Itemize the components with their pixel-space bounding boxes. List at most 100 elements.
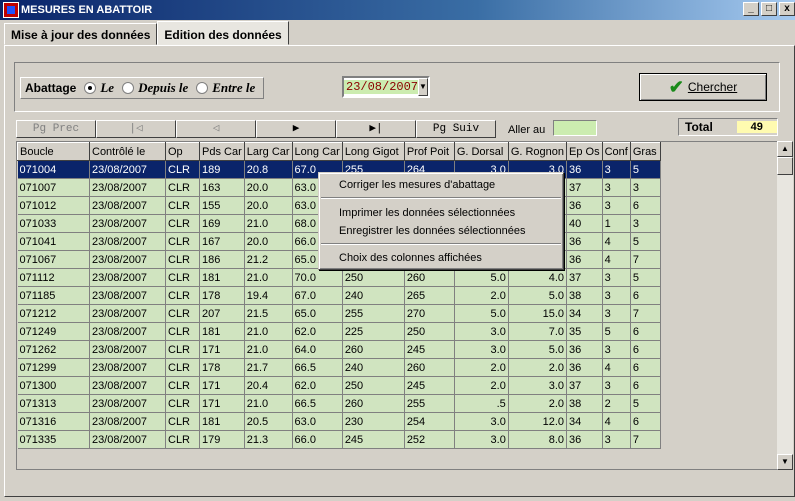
table-cell: 181 <box>199 268 245 287</box>
table-cell: 071299 <box>17 358 90 377</box>
table-row[interactable]: 071313 23/08/2007 CLR 171 21.0 66.5 260 255.5 2.… <box>17 394 661 413</box>
column-header[interactable]: Long Gigot <box>341 142 405 161</box>
table-row[interactable]: 071316 23/08/2007 CLR 181 20.5 63.0 230 254 3.0 1… <box>17 412 661 431</box>
table-cell: 245 <box>404 340 455 359</box>
table-cell: CLR <box>165 196 200 215</box>
next-record-button[interactable]: ▶ <box>256 120 336 138</box>
next-page-button[interactable]: Pg Suiv <box>416 120 496 138</box>
abattage-filter: Abattage Le Depuis le Entre le <box>20 77 265 99</box>
table-row[interactable]: 071249 23/08/2007 CLR 181 21.0 62.0 225 250 3.0 7… <box>17 322 661 341</box>
menu-item-colonnes[interactable]: Choix des colonnes affichées <box>339 252 482 264</box>
maximize-button[interactable]: □ <box>761 2 777 16</box>
goto-input[interactable] <box>553 120 597 136</box>
first-record-button[interactable]: |◁ <box>96 120 176 138</box>
column-header[interactable]: Ep Os <box>566 142 603 161</box>
table-cell: 5 <box>630 160 661 179</box>
minimize-button[interactable]: _ <box>743 2 759 16</box>
table-cell: 6 <box>630 196 661 215</box>
table-cell: 36 <box>566 232 603 251</box>
table-row[interactable]: 071299 23/08/2007 CLR 178 21.7 66.5 240 260 2.0 2… <box>17 358 661 377</box>
column-header[interactable]: Larg Car <box>243 142 293 161</box>
table-cell: 6 <box>630 358 661 377</box>
table-cell: CLR <box>165 160 200 179</box>
table-cell: 7 <box>630 430 661 449</box>
search-button-label: Chercher <box>687 80 738 94</box>
date-value[interactable]: 23/08/2007 <box>344 80 419 94</box>
table-cell: 5.0 <box>508 286 568 305</box>
tab-mise-a-jour[interactable]: Mise à jour des données <box>4 23 158 45</box>
search-button[interactable]: ✔ Chercher <box>639 73 767 101</box>
table-cell: CLR <box>165 394 200 413</box>
table-row[interactable]: 071212 23/08/2007 CLR 207 21.5 65.0 255 270 5.0 1… <box>17 304 661 323</box>
scroll-thumb[interactable] <box>777 157 793 175</box>
radio-entre-le[interactable] <box>196 82 209 94</box>
table-row[interactable]: 071300 23/08/2007 CLR 171 20.4 62.0 250 245 2.0 3… <box>17 376 661 395</box>
table-row[interactable]: 071112 23/08/2007 CLR 181 21.0 70.0 250 260 5.0 4… <box>17 268 661 287</box>
column-header[interactable]: Conf <box>601 142 631 161</box>
table-cell: 36 <box>566 358 603 377</box>
column-header[interactable]: Op <box>165 142 200 161</box>
table-cell: 250 <box>342 268 405 287</box>
radio-le-label[interactable]: Le <box>100 80 114 96</box>
table-row[interactable]: 071335 23/08/2007 CLR 179 21.3 66.0 245 252 3.0 8… <box>17 430 661 449</box>
column-header[interactable]: Boucle <box>17 142 90 161</box>
column-header[interactable]: Long Car <box>291 142 343 161</box>
table-cell: 071313 <box>17 394 90 413</box>
column-header[interactable]: Prof Poit <box>403 142 455 161</box>
table-row[interactable]: 071262 23/08/2007 CLR 171 21.0 64.0 260 245 3.0 5… <box>17 340 661 359</box>
column-header[interactable]: Gras <box>629 142 661 161</box>
table-cell: 20.8 <box>244 160 293 179</box>
close-button[interactable]: x <box>779 2 795 16</box>
table-cell: 40 <box>566 214 603 233</box>
table-cell: 21.2 <box>244 250 293 269</box>
scroll-up-icon[interactable]: ▲ <box>777 141 793 157</box>
table-cell: 179 <box>199 430 245 449</box>
table-cell: 7 <box>630 304 661 323</box>
chevron-down-icon[interactable]: ▼ <box>418 78 428 96</box>
scroll-down-icon[interactable]: ▼ <box>777 454 793 470</box>
table-cell: 071041 <box>17 232 90 251</box>
menu-item-enregistrer[interactable]: Enregistrer les données sélectionnées <box>339 225 526 237</box>
radio-depuis-le-label[interactable]: Depuis le <box>138 80 188 96</box>
table-cell: 2.0 <box>508 394 568 413</box>
table-cell: 245 <box>404 376 455 395</box>
menu-item-corriger[interactable]: Corriger les mesures d'abattage <box>339 179 495 191</box>
table-cell: 23/08/2007 <box>89 178 166 197</box>
table-cell: 2.0 <box>508 358 568 377</box>
table-cell: CLR <box>165 304 200 323</box>
table-cell: 167 <box>199 232 245 251</box>
menu-item-imprimer[interactable]: Imprimer les données sélectionnées <box>339 207 515 219</box>
table-cell: 35 <box>566 322 603 341</box>
table-cell: 4 <box>602 412 631 431</box>
table-cell: 6 <box>630 340 661 359</box>
prev-record-button[interactable]: ◁ <box>176 120 256 138</box>
column-header[interactable]: G. Dorsal <box>453 142 509 161</box>
radio-depuis-le[interactable] <box>122 82 135 94</box>
table-row[interactable]: 071185 23/08/2007 CLR 178 19.4 67.0 240 265 2.0 5… <box>17 286 661 305</box>
table-cell: 155 <box>199 196 245 215</box>
column-header[interactable]: Contrôlé le <box>89 142 166 161</box>
table-cell: 181 <box>199 412 245 431</box>
table-cell: 23/08/2007 <box>89 286 166 305</box>
table-cell: 3.0 <box>508 376 568 395</box>
table-cell: 66.5 <box>292 394 343 413</box>
radio-le[interactable] <box>84 82 97 94</box>
table-cell: 62.0 <box>292 322 343 341</box>
prev-page-button[interactable]: Pg Prec <box>16 120 96 138</box>
table-cell: 6 <box>630 412 661 431</box>
table-cell: 63.0 <box>292 412 343 431</box>
date-dropdown[interactable]: 23/08/2007 ▼ <box>342 76 430 98</box>
column-header[interactable]: Pds Car <box>199 142 245 161</box>
column-header[interactable]: G. Rognon <box>507 142 568 161</box>
table-cell: 240 <box>342 358 405 377</box>
vertical-scrollbar[interactable]: ▲ ▼ <box>777 141 793 470</box>
app-icon <box>3 2 19 18</box>
table-cell: 34 <box>566 304 603 323</box>
table-cell: 071033 <box>17 214 90 233</box>
last-record-button[interactable]: ▶| <box>336 120 416 138</box>
tab-edition[interactable]: Edition des données <box>157 21 289 45</box>
table-cell: 5 <box>630 232 661 251</box>
table-cell: 5.0 <box>454 304 509 323</box>
radio-entre-le-label[interactable]: Entre le <box>212 80 255 96</box>
table-cell: CLR <box>165 376 200 395</box>
